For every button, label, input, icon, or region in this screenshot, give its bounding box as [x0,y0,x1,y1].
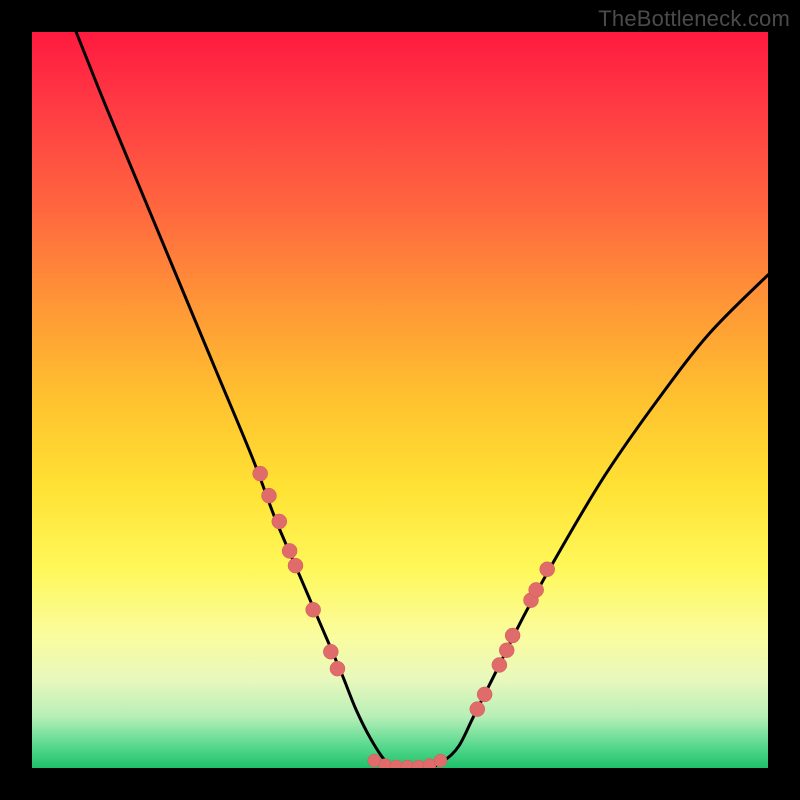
marker-left [306,602,321,617]
plot-area [32,32,768,768]
chart-frame: TheBottleneck.com [0,0,800,800]
marker-left [323,644,338,659]
marker-right [477,687,492,702]
marker-right [470,702,485,717]
marker-left [282,543,297,558]
curve-svg [32,32,768,768]
watermark-text: TheBottleneck.com [598,6,790,32]
markers-layer [253,466,555,768]
marker-left [330,661,345,676]
marker-right [505,628,520,643]
curve-layer [76,32,768,768]
marker-left [253,466,268,481]
marker-right [492,657,507,672]
bottleneck-curve [76,32,768,768]
marker-left [288,558,303,573]
marker-left [272,514,287,529]
marker-right [540,562,555,577]
marker-right [529,582,544,597]
marker-right [499,643,514,658]
marker-left [261,488,276,503]
marker-bottom [434,754,447,767]
